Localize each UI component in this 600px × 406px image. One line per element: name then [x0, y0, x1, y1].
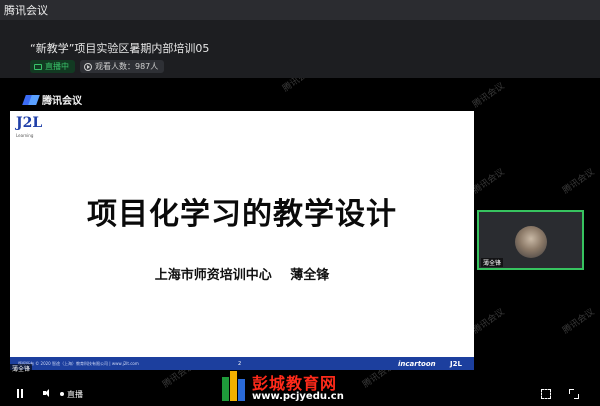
- meeting-title: “新教学”项目实验区暑期内部培训05: [30, 42, 210, 55]
- video-stage[interactable]: 腾讯会议 腾讯会议 腾讯会议 腾讯会议 腾讯会议 腾讯会议 腾讯会议 腾讯会议 …: [0, 78, 600, 406]
- expand-view-icon[interactable]: [541, 389, 551, 399]
- slide-footer-copyright: 版权所有 © 2020 智途（上海）教育科技有限公司 | www.j2lt.co…: [18, 360, 139, 366]
- slide-footer-brand: incartoon: [398, 359, 436, 368]
- participant-avatar: [515, 226, 547, 258]
- watermark-text: 腾讯会议: [471, 81, 507, 111]
- books-logo-icon: [222, 371, 246, 401]
- watermark-text: 腾讯会议: [471, 307, 507, 337]
- meeting-header: “新教学”项目实验区暑期内部培训05 直播中 观看人数：987人: [0, 20, 600, 78]
- participant-name: 薄全锋: [481, 258, 504, 267]
- slide-footer-mini-logo: J2L: [450, 359, 462, 368]
- watermark-text: 腾讯会议: [561, 167, 597, 197]
- watermark-text: 腾讯会议: [281, 78, 317, 95]
- live-dot-icon: [60, 392, 64, 396]
- watermark-text: 腾讯会议: [561, 307, 597, 337]
- fullscreen-icon[interactable]: [569, 389, 579, 399]
- site-watermark-url: www.pcjyedu.cn: [252, 391, 344, 402]
- live-status-label: 直播中: [45, 62, 69, 71]
- viewer-count-label: 观看人数：987人: [95, 62, 159, 71]
- title-bar: 腾讯会议: [0, 0, 600, 20]
- participant-video-tile[interactable]: 薄全锋: [477, 210, 584, 270]
- tencent-meeting-logo-text: 腾讯会议: [42, 96, 82, 107]
- watermark-text: 腾讯会议: [471, 167, 507, 197]
- slide-logo-mark: J2L: [16, 115, 43, 131]
- slide-logo-subtext: Learning: [16, 133, 34, 138]
- camera-icon: [34, 63, 42, 70]
- slide-subtitle: 上海市师资培训中心 薄全锋: [154, 268, 330, 283]
- slide-brand-logo: J2L Learning: [16, 115, 42, 141]
- play-circle-icon: [84, 62, 92, 71]
- pause-icon[interactable]: [16, 389, 24, 398]
- live-label: 直播: [67, 390, 83, 399]
- live-status-badge: 直播中: [30, 60, 75, 73]
- tencent-meeting-logo: 腾讯会议: [24, 92, 82, 107]
- viewer-count-badge: 观看人数：987人: [80, 60, 165, 73]
- slide-title: 项目化学习的教学设计: [87, 197, 397, 232]
- tencent-meeting-logo-icon: [24, 95, 38, 105]
- site-watermark: 彭城教育网 www.pcjyedu.cn: [222, 369, 382, 406]
- volume-icon[interactable]: [43, 388, 53, 398]
- speaker-name-tag: 薄全锋: [10, 364, 33, 373]
- shared-slide: J2L Learning 项目化学习的教学设计 上海市师资培训中心 薄全锋 版权…: [10, 111, 474, 370]
- slide-page-number: 2: [238, 360, 242, 367]
- meeting-app-window: 腾讯会议 “新教学”项目实验区暑期内部培训05 直播中 观看人数：987人 腾讯…: [0, 0, 600, 406]
- app-title: 腾讯会议: [4, 4, 48, 17]
